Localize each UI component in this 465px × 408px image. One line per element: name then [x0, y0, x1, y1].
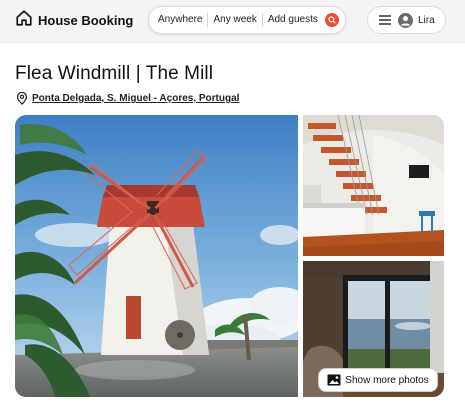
- map-pin-icon: [16, 92, 28, 105]
- user-name: Lira: [418, 14, 435, 26]
- brand-name: House Booking: [38, 13, 134, 28]
- search-icon: [328, 16, 336, 24]
- show-more-photos-button[interactable]: Show more photos: [318, 368, 438, 392]
- top-navbar: House Booking Anywhere Any week Add gues…: [0, 0, 465, 43]
- brand-logo[interactable]: House Booking: [15, 9, 133, 32]
- search-anywhere[interactable]: Anywhere: [149, 13, 207, 27]
- main-photo-windmill[interactable]: [15, 115, 298, 397]
- photo-interior-staircase[interactable]: [303, 115, 444, 256]
- show-more-photos-label: Show more photos: [345, 374, 429, 386]
- location-link[interactable]: Ponta Delgada, S. Miguel - Açores, Portu…: [32, 93, 239, 104]
- user-avatar-icon: [398, 12, 413, 28]
- hamburger-menu-icon: [379, 15, 391, 25]
- listing-title: Flea Windmill | The Mill: [15, 63, 214, 84]
- search-button[interactable]: [324, 13, 339, 27]
- user-menu-button[interactable]: Lira: [367, 6, 446, 34]
- image-icon: [327, 374, 341, 386]
- search-add-guests[interactable]: Add guests: [263, 13, 323, 27]
- search-bar[interactable]: Anywhere Any week Add guests: [148, 6, 346, 34]
- home-icon: [15, 9, 33, 32]
- listing-location: Ponta Delgada, S. Miguel - Açores, Portu…: [16, 92, 239, 105]
- search-any-week[interactable]: Any week: [208, 13, 261, 27]
